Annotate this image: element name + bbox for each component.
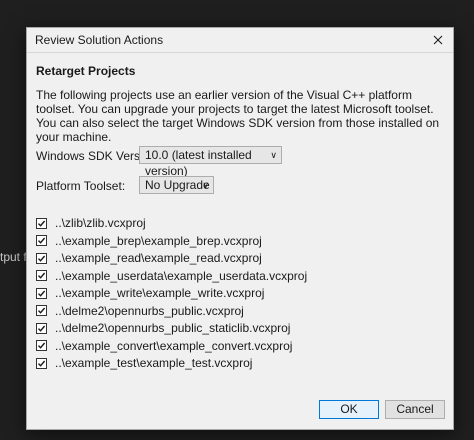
project-checkbox[interactable] [36, 270, 47, 281]
project-name: ..\example_test\example_test.vcxproj [55, 356, 253, 370]
project-item[interactable]: ..\delme2\opennurbs_public_staticlib.vcx… [36, 319, 290, 337]
checkmark-icon [38, 342, 46, 349]
dialog-titlebar: Review Solution Actions [27, 28, 453, 53]
description-text: The following projects use an earlier ve… [36, 88, 440, 144]
project-checkbox[interactable] [36, 340, 47, 351]
checkmark-icon [38, 255, 46, 262]
project-item[interactable]: ..\example_write\example_write.vcxproj [36, 284, 264, 302]
checkmark-icon [38, 360, 46, 367]
checkmark-icon [38, 237, 46, 244]
project-name: ..\zlib\zlib.vcxproj [55, 216, 146, 230]
platform-toolset-select[interactable]: No Upgrade ∨ [139, 176, 214, 194]
chevron-down-icon: ∨ [270, 150, 277, 160]
project-name: ..\example_write\example_write.vcxproj [55, 286, 265, 300]
project-name: ..\example_userdata\example_userdata.vcx… [55, 268, 308, 283]
section-heading: Retarget Projects [36, 64, 136, 78]
project-name: ..\example_brep\example_brep.vcxproj [55, 233, 262, 248]
project-checkbox[interactable] [36, 252, 47, 264]
project-checkbox[interactable] [36, 357, 47, 369]
project-checkbox[interactable] [36, 287, 47, 299]
checkmark-icon [38, 325, 46, 332]
project-item[interactable]: ..\example_brep\example_brep.vcxproj [36, 232, 262, 250]
platform-toolset-label: Platform Toolset: [36, 179, 126, 193]
project-item[interactable]: ..\delme2\opennurbs_public.vcxproj [36, 302, 244, 320]
close-icon [433, 35, 443, 45]
platform-toolset-value: No Upgrade [145, 178, 210, 192]
project-checkbox[interactable] [36, 305, 47, 316]
project-item[interactable]: ..\example_userdata\example_userdata.vcx… [36, 267, 307, 285]
project-item[interactable]: ..\example_read\example_read.vcxproj [36, 249, 262, 267]
sdk-version-value: 10.0 (latest installed version) [145, 148, 252, 178]
project-name: ..\example_convert\example_convert.vcxpr… [55, 338, 293, 353]
checkmark-icon [38, 272, 46, 279]
project-name: ..\example_read\example_read.vcxproj [55, 251, 262, 265]
sdk-version-select[interactable]: 10.0 (latest installed version) ∨ [139, 146, 282, 178]
checkmark-icon [38, 220, 46, 227]
dialog-title: Review Solution Actions [35, 33, 164, 47]
project-item[interactable]: ..\example_test\example_test.vcxproj [36, 354, 252, 372]
project-name: ..\delme2\opennurbs_public_staticlib.vcx… [55, 321, 291, 335]
project-item[interactable]: ..\example_convert\example_convert.vcxpr… [36, 337, 292, 355]
checkmark-icon [38, 290, 46, 297]
checkmark-icon [38, 307, 46, 314]
project-checkbox[interactable] [36, 322, 47, 334]
cancel-button[interactable]: Cancel [385, 400, 445, 419]
background-output-label: tput f [0, 250, 27, 264]
review-solution-actions-dialog: Review Solution Actions Retarget Project… [26, 27, 454, 430]
ok-button[interactable]: OK [319, 400, 379, 419]
chevron-down-icon: ∨ [202, 180, 209, 190]
close-button[interactable] [423, 28, 453, 52]
project-name: ..\delme2\opennurbs_public.vcxproj [55, 303, 244, 318]
project-item[interactable]: ..\zlib\zlib.vcxproj [36, 214, 146, 232]
project-checkbox[interactable] [36, 217, 47, 229]
project-checkbox[interactable] [36, 235, 47, 246]
